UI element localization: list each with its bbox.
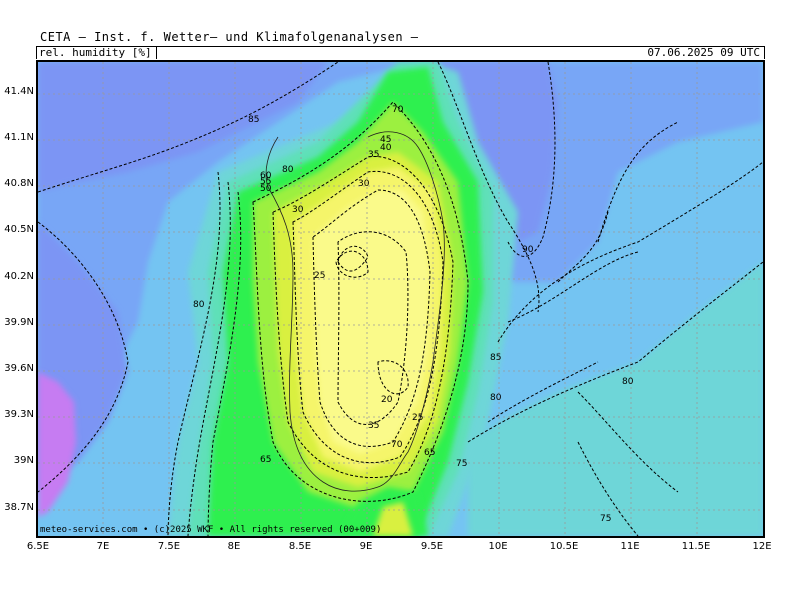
- contour-label: 30: [358, 179, 370, 189]
- contour-label: 35: [368, 150, 379, 160]
- lat-label-41-1: 41.1N: [4, 132, 34, 143]
- lon-label-10-0: 10E: [488, 541, 508, 552]
- lon-label-9-0: 9E: [359, 541, 373, 552]
- copyright-text: meteo-services.com • (c)2025 WKF • All r…: [40, 525, 382, 535]
- contour-label: 80: [193, 300, 205, 310]
- contour-label: 35: [368, 421, 379, 431]
- lon-label-12-0: 12E: [752, 541, 772, 552]
- contour-label: 70: [391, 440, 403, 450]
- lon-label-8-0: 8E: [227, 541, 241, 552]
- lat-label-39-9: 39.9N: [4, 317, 34, 328]
- lat-label-40-5: 40.5N: [4, 224, 34, 235]
- valid-time-label: 07.06.2025 09 UTC: [647, 46, 760, 59]
- lat-label-41-4: 41.4N: [4, 86, 34, 97]
- lat-label-38-7: 38.7N: [4, 502, 34, 513]
- lon-label-7-5: 7.5E: [157, 541, 181, 552]
- lat-label-39-0: 39N: [13, 455, 34, 466]
- contour-label: 80: [282, 165, 294, 175]
- contour-label: 85: [248, 115, 259, 125]
- contour-label: 75: [456, 459, 467, 469]
- lat-label-39-3: 39.3N: [4, 409, 34, 420]
- lon-label-11-0: 11E: [620, 541, 640, 552]
- contour-label: 85: [490, 353, 501, 363]
- lon-label-7-0: 7E: [96, 541, 110, 552]
- lon-label-11-5: 11.5E: [681, 541, 711, 552]
- contour-label: 25: [314, 271, 325, 281]
- lon-label-6-5: 6.5E: [26, 541, 50, 552]
- contour-label: 80: [490, 393, 502, 403]
- lon-label-9-5: 9.5E: [420, 541, 444, 552]
- info-bar: rel. humidity [%] 07.06.2025 09 UTC: [36, 46, 765, 59]
- contour-label: 30: [292, 205, 304, 215]
- lat-label-40-8: 40.8N: [4, 178, 34, 189]
- lat-label-39-6: 39.6N: [4, 363, 34, 374]
- lon-label-8-5: 8.5E: [288, 541, 312, 552]
- humidity-map: 85 70 45 40 35 80 60 55 50 30 30 25 90 8…: [36, 60, 765, 538]
- contour-label: 90: [522, 245, 534, 255]
- contour-label: 70: [392, 105, 404, 115]
- contour-label: 75: [600, 514, 611, 524]
- contour-label: 40: [380, 143, 392, 153]
- contour-label: 65: [424, 448, 435, 458]
- humidity-map-canvas: 85 70 45 40 35 80 60 55 50 30 30 25 90 8…: [38, 62, 763, 536]
- lat-label-40-2: 40.2N: [4, 271, 34, 282]
- variable-label: rel. humidity [%]: [39, 46, 157, 59]
- contour-label: 20: [381, 395, 393, 405]
- contour-label: 65: [260, 455, 271, 465]
- lon-label-10-5: 10.5E: [549, 541, 579, 552]
- contour-label: 50: [260, 184, 272, 194]
- contour-label: 80: [622, 377, 634, 387]
- chart-title: CETA — Inst. f. Wetter— und Klimafolgena…: [40, 30, 419, 44]
